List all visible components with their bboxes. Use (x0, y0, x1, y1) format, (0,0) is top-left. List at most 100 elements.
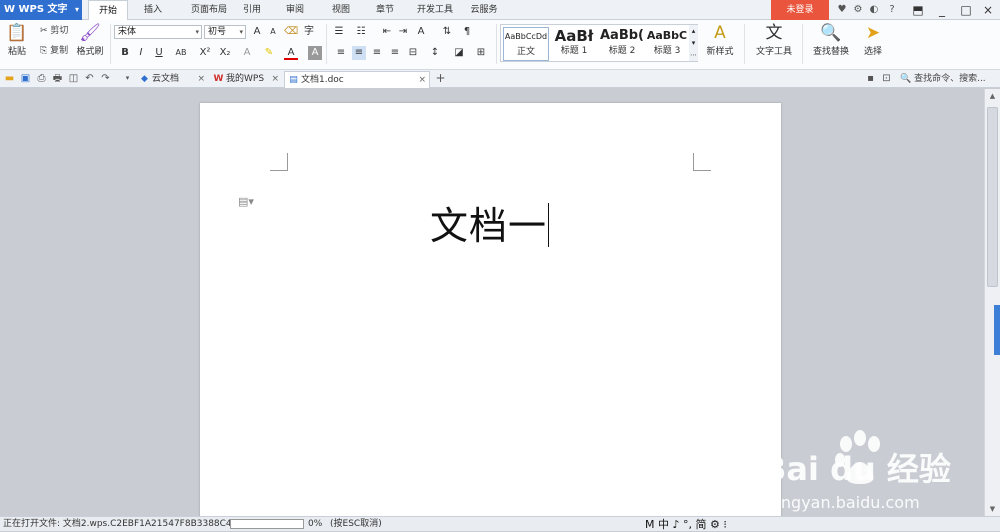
line-spacing-icon[interactable]: ↕ (428, 46, 442, 60)
tab-review[interactable]: 审阅 (280, 0, 310, 20)
bold-icon[interactable]: B (118, 46, 132, 60)
cursor-icon: ➤ (865, 23, 881, 43)
tab-home[interactable]: 开始 (88, 0, 128, 21)
restore-ribbon-icon[interactable]: ⬒ (906, 0, 930, 20)
login-button[interactable]: 未登录 (771, 0, 829, 20)
paragraph-layout-icon[interactable]: ▤▾ (238, 195, 254, 209)
shrink-font-icon[interactable]: A (266, 25, 280, 39)
clear-format-icon[interactable]: ⌫ (284, 25, 298, 39)
wps-icon: W (213, 74, 224, 84)
tab-my-wps[interactable]: W 我的WPS × (210, 71, 282, 88)
text-direction-icon[interactable]: A (414, 25, 428, 39)
italic-icon[interactable]: I (134, 46, 148, 60)
feedback-icon[interactable]: ◐ (867, 3, 881, 17)
subscript-icon[interactable]: X₂ (218, 46, 232, 60)
select-button[interactable]: ➤ 选择 (858, 22, 888, 57)
chevron-down-icon: ▾ (74, 5, 79, 14)
wps-logo-icon: W (4, 4, 19, 15)
margin-corner-top-right (693, 153, 711, 171)
help-icon[interactable]: ? (885, 3, 899, 17)
close-tab-icon[interactable]: × (418, 72, 426, 88)
export-icon[interactable]: ⎙ (35, 72, 48, 85)
char-shading-icon[interactable]: A (308, 46, 322, 60)
text-effect-icon[interactable]: A (240, 46, 254, 60)
grow-font-icon[interactable]: A (250, 25, 264, 39)
skin-icon[interactable]: ♥ (835, 3, 849, 17)
side-panel-tab[interactable] (994, 305, 1000, 355)
tab-chapter[interactable]: 章节 (370, 0, 400, 20)
font-name-select[interactable]: 宋体 ▾ (114, 25, 202, 39)
justify-icon[interactable]: ≡ (388, 46, 402, 60)
scroll-up-icon[interactable]: ▲ (985, 89, 1000, 103)
style-scroll-icon[interactable]: ▴ ▾ ⋯ (689, 25, 698, 61)
tab-insert[interactable]: 插入 (136, 0, 170, 20)
underline-icon[interactable]: U (152, 46, 166, 60)
strikethrough-icon[interactable]: AB (174, 46, 188, 60)
redo-icon[interactable]: ↷ (99, 72, 112, 85)
borders-icon[interactable]: ⊞ (474, 46, 488, 60)
undo-icon[interactable]: ↶ (83, 72, 96, 85)
tab-document-1[interactable]: ▤ 文档1.doc × (284, 71, 430, 88)
tab-page-layout[interactable]: 页面布局 (180, 0, 238, 20)
document-page[interactable]: ▤▾ 文档一 (200, 103, 781, 523)
fullscreen-icon[interactable]: ▪ (864, 72, 877, 85)
paragraph-shading-icon[interactable]: ◪ (452, 46, 466, 60)
phonetic-icon[interactable]: 字 (302, 25, 316, 39)
search-icon: 🔍 (900, 74, 915, 84)
scroll-thumb[interactable] (987, 107, 998, 287)
tab-developer[interactable]: 开发工具 (412, 0, 458, 20)
tab-cloud-docs[interactable]: ◆ 云文档 × (136, 71, 208, 88)
document-heading[interactable]: 文档一 (430, 195, 550, 250)
align-left-icon[interactable]: ≡ (334, 46, 348, 60)
print-preview-icon[interactable]: ◫ (67, 72, 80, 85)
align-right-icon[interactable]: ≡ (370, 46, 384, 60)
maximize-icon[interactable]: □ (954, 0, 978, 20)
style-heading-1[interactable]: AaBł 标题 1 (551, 27, 597, 61)
style-heading-3[interactable]: AaBbC 标题 3 (645, 27, 689, 61)
style-heading-2[interactable]: AaBb( 标题 2 (599, 27, 645, 61)
app-menu-button[interactable]: W WPS 文字 ▾ (0, 0, 82, 20)
numbering-icon[interactable]: ☷ (354, 25, 368, 39)
superscript-icon[interactable]: X² (198, 46, 212, 60)
watermark-url: jingyan.baidu.com (771, 493, 920, 512)
tab-cloud[interactable]: 云服务 (466, 0, 502, 20)
new-style-button[interactable]: A 新样式 (702, 22, 738, 57)
close-tab-icon[interactable]: × (271, 71, 279, 87)
new-tab-icon[interactable]: + (434, 72, 447, 85)
style-normal[interactable]: AaBbCcDd 正文 (503, 27, 549, 61)
divider (744, 24, 745, 64)
document-icon: ▤ (289, 75, 298, 85)
tab-references[interactable]: 引用 (238, 0, 266, 20)
chevron-down-icon[interactable]: ▾ (121, 72, 134, 85)
settings-icon[interactable]: ⚙ (851, 3, 865, 17)
brush-icon: 🖌 (79, 23, 101, 43)
open-folder-icon[interactable]: ▬ (3, 72, 16, 85)
copy-button[interactable]: ⎘ 复制 (40, 44, 68, 58)
text-tools-button[interactable]: 文 文字工具 (750, 22, 798, 57)
minimize-icon[interactable]: _ (930, 0, 954, 20)
align-center-icon[interactable]: ≡ (352, 46, 366, 60)
font-size-select[interactable]: 初号 ▾ (204, 25, 246, 39)
increase-indent-icon[interactable]: ⇥ (396, 25, 410, 39)
cut-button[interactable]: ✂ 剪切 (40, 24, 68, 38)
cancel-hint: (按ESC取消) (330, 519, 382, 529)
find-replace-button[interactable]: 🔍 查找替换 (806, 22, 856, 57)
highlight-icon[interactable]: ✎ (262, 46, 276, 60)
font-color-icon[interactable]: A (284, 46, 298, 60)
show-marks-icon[interactable]: ¶ (460, 25, 474, 39)
ime-toolbar[interactable]: M 中 ♪ °, 简 ⚙ ⁝ (645, 517, 727, 532)
tab-view[interactable]: 视图 (326, 0, 356, 20)
bullets-icon[interactable]: ☰ (332, 25, 346, 39)
chevron-down-icon: ▾ (195, 28, 199, 36)
distribute-icon[interactable]: ⊟ (406, 46, 420, 60)
format-painter-button[interactable]: 🖌 格式刷 (74, 22, 106, 57)
close-icon[interactable]: × (976, 0, 1000, 20)
decrease-indent-icon[interactable]: ⇤ (380, 25, 394, 39)
pin-icon[interactable]: ⊡ (880, 72, 893, 85)
sort-icon[interactable]: ⇅ (440, 25, 454, 39)
save-icon[interactable]: ▣ (19, 72, 32, 85)
print-icon[interactable]: 🖶 (51, 72, 64, 85)
paste-button[interactable]: 📋 粘贴 (4, 22, 30, 57)
command-search-input[interactable]: 🔍 查找命令、搜索... (900, 72, 1000, 86)
close-tab-icon[interactable]: × (197, 71, 205, 87)
